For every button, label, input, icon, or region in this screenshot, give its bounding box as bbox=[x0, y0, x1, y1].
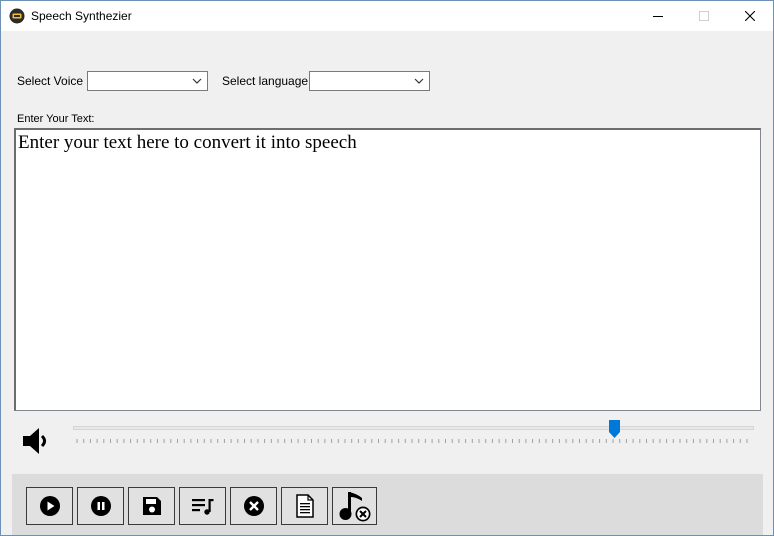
app-icon bbox=[9, 8, 25, 24]
select-voice-label: Select Voice bbox=[17, 74, 84, 88]
music-off-button[interactable] bbox=[332, 487, 377, 525]
pause-circle-icon bbox=[90, 496, 111, 516]
select-language-label: Select language bbox=[222, 74, 309, 88]
play-button[interactable] bbox=[26, 487, 73, 525]
minimize-button[interactable] bbox=[635, 1, 681, 31]
enter-text-label: Enter Your Text: bbox=[17, 113, 95, 125]
document-icon bbox=[295, 494, 314, 518]
app-window: Speech Synthezier Select Voice Select la… bbox=[0, 0, 774, 536]
volume-slider-track[interactable] bbox=[73, 426, 754, 430]
minimize-icon bbox=[653, 16, 663, 17]
maximize-icon bbox=[699, 11, 709, 21]
toolbar-panel bbox=[12, 474, 763, 535]
close-circle-icon bbox=[243, 496, 264, 516]
volume-slider-thumb[interactable] bbox=[609, 420, 620, 438]
close-icon bbox=[745, 11, 755, 21]
maximize-button[interactable] bbox=[681, 1, 727, 31]
stop-button[interactable] bbox=[230, 487, 277, 525]
document-button[interactable] bbox=[281, 487, 328, 525]
window-title: Speech Synthezier bbox=[31, 9, 132, 23]
chevron-down-icon bbox=[189, 72, 205, 90]
voice-select[interactable] bbox=[87, 71, 208, 91]
close-button[interactable] bbox=[727, 1, 773, 31]
text-input-content: Enter your text here to convert it into … bbox=[18, 132, 357, 153]
volume-slider-ticks bbox=[76, 439, 748, 443]
volume-icon bbox=[23, 428, 46, 454]
chevron-down-icon bbox=[411, 72, 427, 90]
play-circle-icon bbox=[39, 496, 60, 516]
pause-button[interactable] bbox=[77, 487, 124, 525]
playlist-music-icon bbox=[191, 499, 213, 515]
save-button[interactable] bbox=[128, 487, 175, 525]
music-note-off-icon bbox=[339, 492, 370, 522]
text-input-area[interactable]: Enter your text here to convert it into … bbox=[14, 128, 761, 411]
language-select[interactable] bbox=[309, 71, 430, 91]
floppy-disk-icon bbox=[142, 497, 161, 515]
playlist-button[interactable] bbox=[179, 487, 226, 525]
title-bar[interactable]: Speech Synthezier bbox=[1, 1, 773, 31]
